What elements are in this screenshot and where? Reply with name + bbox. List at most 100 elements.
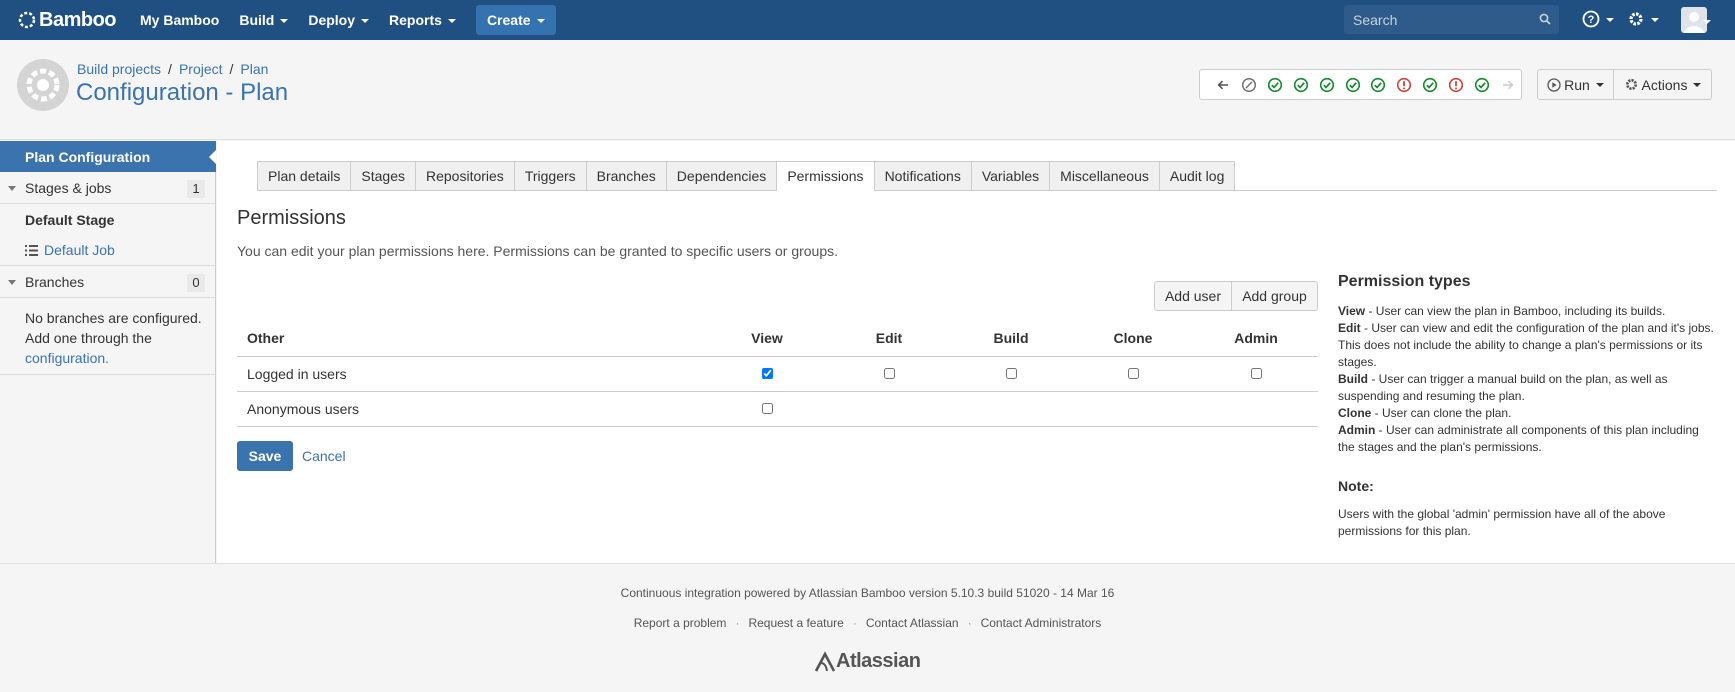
build-status-strip <box>1199 69 1522 100</box>
failed-build-icon[interactable] <box>1443 69 1469 100</box>
project-icon <box>26 68 60 102</box>
permission-description: - User can trigger a manual build on the… <box>1338 372 1668 403</box>
configuration-link[interactable]: configuration. <box>25 350 109 366</box>
add-group-button[interactable]: Add group <box>1232 281 1318 311</box>
breadcrumb-plan[interactable]: Plan <box>240 61 268 77</box>
success-build-icon[interactable] <box>1314 69 1340 100</box>
permission-description: - User can view and edit the configurati… <box>1338 321 1714 369</box>
tab-dependencies[interactable]: Dependencies <box>666 161 778 191</box>
nav-label: Deploy <box>308 12 356 28</box>
tab-permissions[interactable]: Permissions <box>777 161 875 191</box>
bamboo-logo[interactable]: Bamboo <box>18 8 117 32</box>
arrow-right-icon[interactable] <box>1495 69 1521 100</box>
arrow-left-icon[interactable] <box>1210 69 1236 100</box>
tab-repositories[interactable]: Repositories <box>415 161 515 191</box>
success-build-icon[interactable] <box>1262 69 1288 100</box>
tab-notifications[interactable]: Notifications <box>874 161 972 191</box>
branches-note-text: No branches are configured. Add one thro… <box>25 310 202 346</box>
tab-branches[interactable]: Branches <box>586 161 667 191</box>
create-label: Create <box>486 12 531 28</box>
permission-description: - User can view the plan in Bamboo, incl… <box>1365 304 1666 318</box>
atlassian-logo[interactable]: Atlassian <box>814 650 921 673</box>
tab-miscellaneous[interactable]: Miscellaneous <box>1050 161 1160 191</box>
admin-menu[interactable] <box>1627 10 1659 28</box>
tab-plan-details[interactable]: Plan details <box>257 161 352 191</box>
nav-reports[interactable]: Reports <box>379 0 466 40</box>
tab-audit-log[interactable]: Audit log <box>1159 161 1236 191</box>
help-menu[interactable]: ? <box>1582 10 1614 28</box>
table-cell <box>950 391 1072 427</box>
gear-icon <box>1625 79 1637 90</box>
column-header: Edit <box>828 321 950 357</box>
branches-note: No branches are configured. Add one thro… <box>0 298 215 375</box>
collapse-icon[interactable] <box>8 186 16 191</box>
edit-checkbox[interactable] <box>883 367 895 379</box>
tab-variables[interactable]: Variables <box>971 161 1051 191</box>
create-button[interactable]: Create <box>475 5 556 35</box>
disabled-build-icon[interactable] <box>1236 69 1262 100</box>
success-build-icon[interactable] <box>1340 69 1366 100</box>
tab-stages[interactable]: Stages <box>351 161 416 191</box>
search-input[interactable]: Search <box>1344 5 1559 34</box>
table-cell <box>828 356 950 392</box>
success-build-icon[interactable] <box>1366 69 1392 100</box>
section-intro: You can edit your plan permissions here.… <box>237 243 839 259</box>
actions-button[interactable]: Actions <box>1614 69 1712 100</box>
failed-build-icon[interactable] <box>1391 69 1417 100</box>
add-user-button[interactable]: Add user <box>1154 281 1232 311</box>
brand-label: Bamboo <box>39 8 117 31</box>
footer-link-request-feature[interactable]: Request a feature <box>748 616 843 630</box>
search-placeholder: Search <box>1353 11 1398 28</box>
success-build-icon[interactable] <box>1417 69 1443 100</box>
breadcrumb-build-projects[interactable]: Build projects <box>77 61 161 77</box>
sidebar-item-default-stage[interactable]: Default Stage <box>0 204 215 235</box>
column-header: Clone <box>1072 321 1194 357</box>
breadcrumb-project[interactable]: Project <box>179 61 223 77</box>
footer-separator: · <box>735 616 740 630</box>
footer-link-contact-atlassian[interactable]: Contact Atlassian <box>866 616 959 630</box>
atlassian-label: Atlassian <box>836 650 921 672</box>
column-header: View <box>706 321 828 357</box>
bamboo-logo-icon <box>18 11 36 29</box>
build-checkbox[interactable] <box>1005 367 1017 379</box>
cancel-link[interactable]: Cancel <box>302 448 346 464</box>
run-button[interactable]: Run <box>1537 69 1614 100</box>
save-button[interactable]: Save <box>237 441 293 471</box>
actions-label: Actions <box>1641 76 1688 93</box>
collapse-icon[interactable] <box>8 280 16 285</box>
chevron-down-icon <box>1595 82 1604 87</box>
page-header: Build projects / Project / Plan Configuratio… <box>0 40 1735 140</box>
row-label: Anonymous users <box>237 391 706 427</box>
footer-separator: · <box>967 616 972 630</box>
nav-my-bamboo[interactable]: My Bamboo <box>130 0 229 40</box>
sidebar-group-stages-jobs[interactable]: Stages & jobs 1 <box>0 172 215 204</box>
svg-text:?: ? <box>1588 14 1595 26</box>
sidebar-group-branches[interactable]: Branches 0 <box>0 266 215 298</box>
avatar-caret[interactable] <box>1697 18 1711 24</box>
sidebar-item-default-job[interactable]: Default Job <box>0 235 215 266</box>
table-cell <box>706 356 828 392</box>
table-cell <box>950 356 1072 392</box>
sidebar-item-plan-configuration[interactable]: Plan Configuration <box>0 141 216 172</box>
breadcrumb-separator: / <box>229 61 234 77</box>
atlassian-logo-icon <box>814 650 836 672</box>
note-title: Note: <box>1338 478 1374 494</box>
footer-link-contact-admins[interactable]: Contact Administrators <box>981 616 1102 630</box>
powered-by-text: Continuous integration powered by Atlass… <box>620 586 1115 600</box>
success-build-icon[interactable] <box>1469 69 1495 100</box>
tab-triggers[interactable]: Triggers <box>514 161 587 191</box>
view-checkbox[interactable] <box>761 367 773 379</box>
view-checkbox[interactable] <box>761 402 773 414</box>
table-row: Logged in users <box>237 356 1318 392</box>
admin-checkbox[interactable] <box>1250 367 1262 379</box>
chevron-down-icon <box>1703 20 1711 24</box>
footer-links: Report a problem · Request a feature · Conta… <box>0 616 1735 630</box>
nav-build[interactable]: Build <box>229 0 298 40</box>
stages-count-badge: 1 <box>187 180 205 198</box>
clone-checkbox[interactable] <box>1127 367 1139 379</box>
success-build-icon[interactable] <box>1288 69 1314 100</box>
permission-term: Build <box>1338 372 1368 386</box>
nav-deploy[interactable]: Deploy <box>298 0 379 40</box>
permission-term: Clone <box>1338 406 1372 420</box>
footer-link-report-problem[interactable]: Report a problem <box>634 616 727 630</box>
